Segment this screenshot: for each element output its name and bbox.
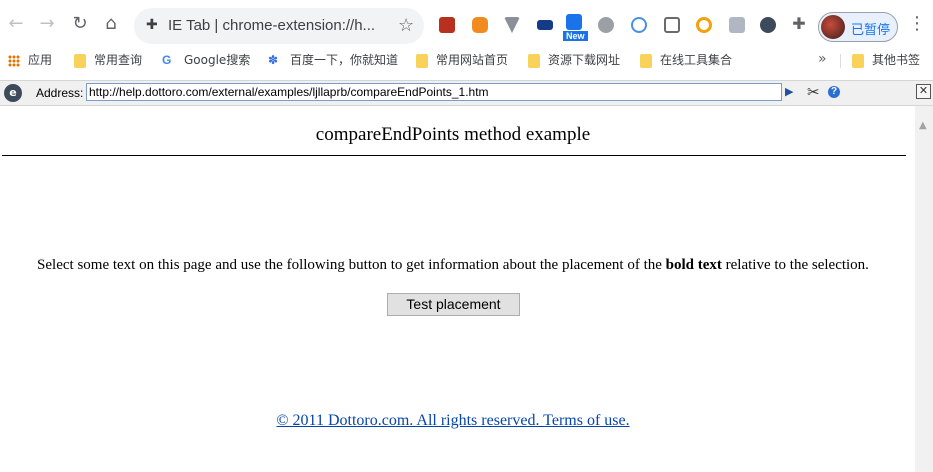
forward-arrow-icon[interactable]: → — [37, 14, 57, 34]
bird-ext-icon[interactable] — [729, 17, 745, 33]
folder-icon — [640, 53, 652, 68]
address-input[interactable]: http://help.dottoro.com/external/example… — [86, 83, 782, 101]
google-icon: G — [162, 53, 172, 67]
bookmark-apps[interactable]: 应用 — [8, 51, 52, 69]
bookmark-star-icon[interactable]: ☆ — [398, 15, 414, 36]
avatar — [821, 15, 845, 39]
cloud-ext-icon[interactable] — [598, 17, 614, 33]
copyright-link[interactable]: © 2011 Dottoro.com. All rights reserved.… — [0, 412, 906, 430]
check-ext-icon[interactable] — [631, 17, 647, 33]
extensions-puzzle-icon[interactable]: ✚ — [789, 14, 809, 34]
profile-status: 已暂停 — [851, 23, 891, 38]
profile-button[interactable]: 已暂停 — [818, 12, 898, 42]
folder-icon — [852, 53, 864, 68]
bookmark-folder-sites[interactable]: 常用网站首页 — [416, 51, 508, 69]
folder-icon — [74, 53, 86, 68]
folder-icon — [528, 53, 540, 68]
scroll-up-icon[interactable]: ▲ — [919, 120, 927, 131]
test-placement-button[interactable]: Test placement — [387, 293, 520, 316]
omnibox-text: IE Tab | chrome-extension://h... — [168, 17, 376, 34]
back-arrow-icon[interactable]: ← — [6, 14, 26, 34]
home-icon[interactable]: ⌂ — [101, 14, 121, 34]
baidu-paw-icon: ✽ — [268, 53, 279, 67]
bookmark-folder-queries[interactable]: 常用查询 — [74, 51, 142, 69]
flag-ext-icon[interactable] — [537, 20, 553, 30]
reload-icon[interactable]: ↻ — [70, 14, 90, 34]
new-ext-icon[interactable] — [566, 14, 582, 30]
kebab-menu-icon[interactable]: ⋮ — [908, 13, 926, 34]
go-arrow-icon[interactable]: ▶ — [785, 85, 793, 98]
chat-ext-icon[interactable] — [472, 17, 488, 33]
title-divider — [2, 155, 906, 156]
bookmark-baidu[interactable]: ✽ 百度一下，你就知道 — [268, 51, 398, 69]
e-ext-icon[interactable] — [760, 17, 776, 33]
tools-icon[interactable]: ✂ — [807, 83, 820, 101]
bookmark-folder-other[interactable]: 其他书签 — [852, 51, 920, 69]
ring-ext-icon[interactable] — [696, 17, 712, 33]
vpn-ext-icon[interactable] — [504, 17, 520, 33]
bookmarks-divider — [840, 54, 841, 68]
bookmark-folder-tools[interactable]: 在线工具集合 — [640, 51, 732, 69]
page-content: compareEndPoints method example Select s… — [0, 106, 915, 472]
new-badge: New — [563, 31, 588, 41]
folder-icon — [416, 53, 428, 68]
extension-puzzle-icon: ✚ — [146, 17, 158, 33]
bookmark-folder-downloads[interactable]: 资源下载网址 — [528, 51, 620, 69]
page-title: compareEndPoints method example — [315, 124, 591, 145]
bookmarks-overflow-icon[interactable]: » — [818, 51, 827, 67]
ietab-address-bar: e Address: http://help.dottoro.com/exter… — [0, 80, 933, 106]
apps-grid-icon — [8, 54, 20, 67]
bold-text: bold text — [665, 257, 722, 273]
instructions-text: Select some text on this page and use th… — [37, 257, 869, 273]
address-label: Address: — [36, 86, 84, 100]
omnibox[interactable]: ✚ IE Tab | chrome-extension://h... ☆ — [134, 8, 424, 44]
window-ext-icon[interactable] — [664, 17, 680, 33]
help-icon[interactable]: ? — [828, 86, 840, 98]
vertical-scrollbar[interactable]: ▲ — [915, 106, 933, 472]
close-icon[interactable]: ✕ — [916, 84, 931, 99]
browser-toolbar: ← → ↻ ⌂ ✚ IE Tab | chrome-extension://h.… — [0, 0, 933, 46]
bookmarks-bar: 应用 常用查询 G Google搜索 ✽ 百度一下，你就知道 常用网站首页 资源下载… — [0, 46, 933, 74]
ietab-logo-icon: e — [4, 84, 22, 102]
bookmark-google[interactable]: G Google搜索 — [162, 51, 250, 69]
fe-helper-icon[interactable] — [439, 17, 455, 33]
